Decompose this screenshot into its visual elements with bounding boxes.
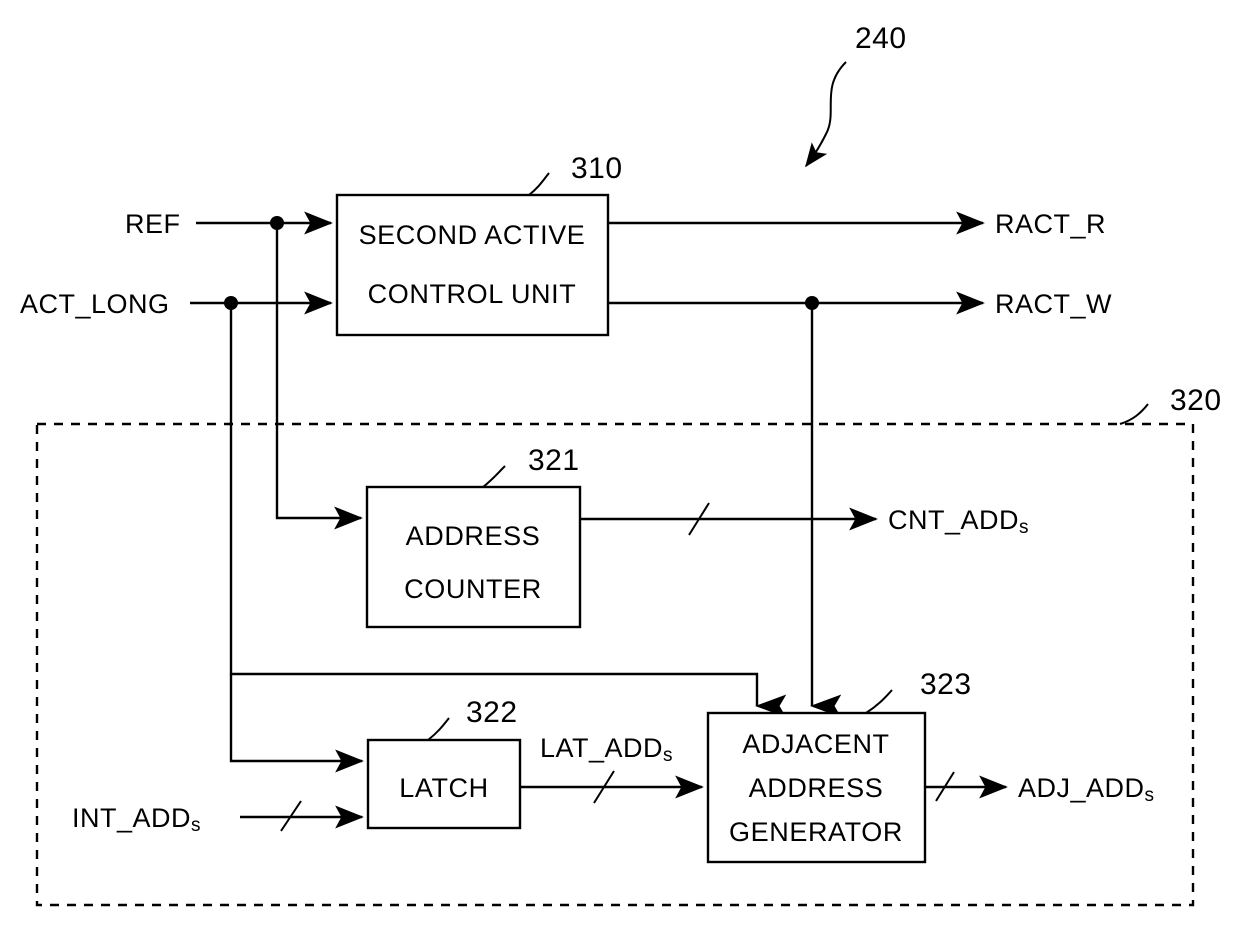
signal-label-act-long: ACT_LONG <box>20 289 170 319</box>
block-label-second-active-control-unit-line2: CONTROL UNIT <box>368 279 577 309</box>
reference-numeral-240: 240 <box>855 22 907 55</box>
block-label-latch: LATCH <box>399 773 489 803</box>
signal-label-ract-r: RACT_R <box>995 209 1106 239</box>
signal-label-lat-adds-base: LAT_ADD <box>540 733 663 763</box>
leader-line-322 <box>427 717 450 741</box>
signal-label-cnt-adds: CNT_ADDs <box>888 505 1029 538</box>
reference-numeral-320: 320 <box>1170 384 1222 417</box>
block-address-counter-rect[interactable] <box>365 485 582 629</box>
signal-label-adj-adds-base: ADJ_ADD <box>1018 773 1145 803</box>
reference-numeral-321: 321 <box>528 444 580 477</box>
signal-label-cnt-adds-base: CNT_ADD <box>888 505 1019 535</box>
signal-label-adj-adds-subscript: s <box>1145 785 1155 806</box>
wire-actlong-to-latch <box>229 674 364 773</box>
reference-numeral-323: 323 <box>920 668 972 701</box>
signal-label-ract-w: RACT_W <box>995 289 1112 319</box>
leader-line-240 <box>805 61 847 168</box>
signal-label-int-adds-subscript: s <box>191 815 201 836</box>
block-label-address-counter-line1: ADDRESS <box>406 521 541 551</box>
block-second-active-control-unit-rect[interactable] <box>335 193 610 337</box>
dashed-group-320 <box>35 422 1195 907</box>
leader-line-310 <box>528 172 550 196</box>
signal-label-ref: REF <box>125 209 181 239</box>
leader-line-320 <box>1119 403 1149 425</box>
signal-label-int-adds: INT_ADDs <box>72 803 201 836</box>
leader-line-321 <box>482 465 506 488</box>
signal-label-cnt-adds-subscript: s <box>1019 517 1029 538</box>
reference-numeral-322: 322 <box>466 696 518 729</box>
signal-label-int-adds-base: INT_ADD <box>72 803 191 833</box>
signal-label-lat-adds-subscript: s <box>663 745 673 766</box>
block-label-adjacent-address-generator-line1: ADJACENT <box>742 729 889 759</box>
block-label-address-counter-line2: COUNTER <box>404 574 542 604</box>
reference-numeral-310: 310 <box>571 152 623 185</box>
leader-line-323 <box>865 689 893 714</box>
signal-label-adj-adds: ADJ_ADDs <box>1018 773 1155 806</box>
diagram-svg: SECOND ACTIVE CONTROL UNIT ADDRESS COUNT… <box>20 22 1222 907</box>
block-label-second-active-control-unit-line1: SECOND ACTIVE <box>359 220 586 250</box>
figure-canvas: SECOND ACTIVE CONTROL UNIT ADDRESS COUNT… <box>0 0 1240 926</box>
block-label-adjacent-address-generator-line2: ADDRESS <box>749 773 884 803</box>
signal-label-lat-adds: LAT_ADDs <box>540 733 673 766</box>
block-label-adjacent-address-generator-line3: GENERATOR <box>729 817 903 847</box>
